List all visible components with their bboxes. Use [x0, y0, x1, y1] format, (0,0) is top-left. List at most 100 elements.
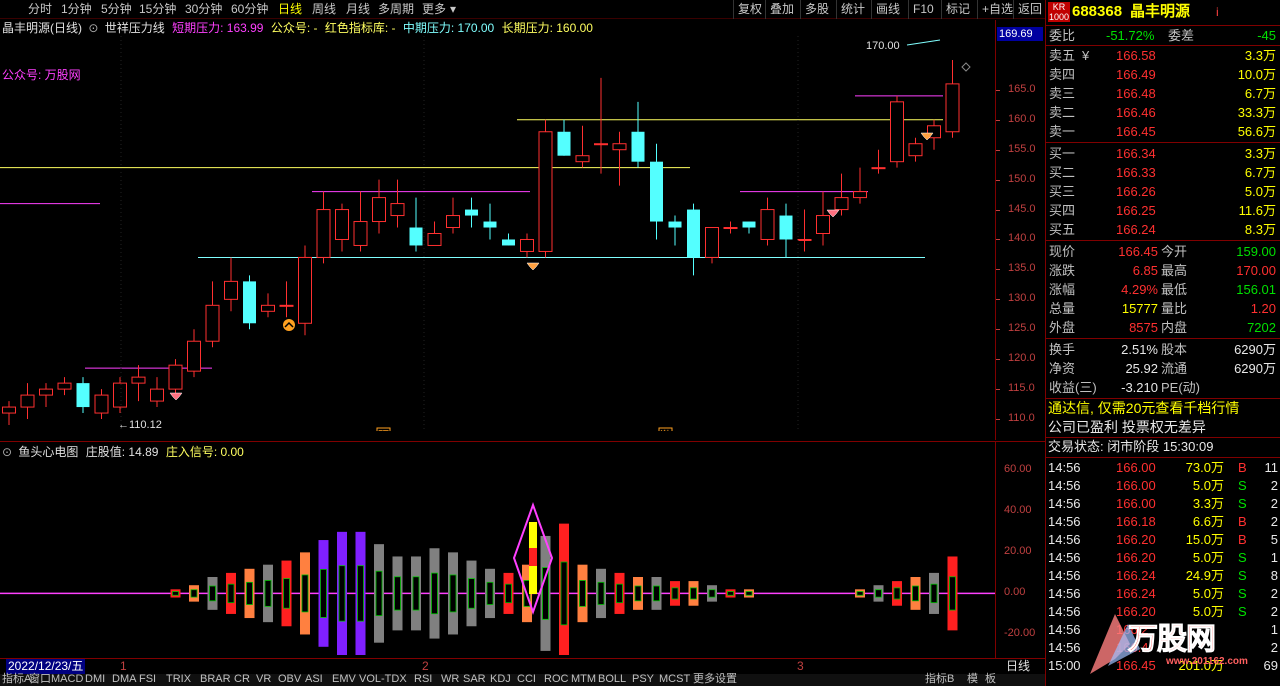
tool-button-0[interactable]: 复权 — [733, 0, 766, 19]
indicator-tab-4[interactable]: DMA — [112, 674, 136, 685]
candle[interactable] — [816, 191, 830, 246]
tool-button-5[interactable]: F10 — [908, 0, 938, 19]
candle[interactable] — [205, 281, 220, 348]
period-tab-2[interactable]: 5分钟 — [101, 0, 132, 19]
chevron-down-icon[interactable]: ▾ — [450, 0, 456, 19]
candle[interactable] — [705, 227, 719, 264]
indicator-tab-2[interactable]: MACD — [51, 674, 83, 685]
candle[interactable] — [945, 59, 960, 138]
candle[interactable] — [168, 359, 183, 396]
indicator-tab-17[interactable]: KDJ — [490, 674, 511, 685]
tool-button-4[interactable]: 画线 — [871, 0, 904, 19]
candle[interactable] — [520, 233, 534, 258]
candle[interactable] — [908, 137, 923, 162]
period-tab-5[interactable]: 60分钟 — [231, 0, 268, 19]
candle[interactable] — [538, 119, 553, 258]
diamond-toggle-icon[interactable] — [961, 62, 971, 72]
candle[interactable] — [668, 215, 682, 246]
indicator-tab-3[interactable]: DMI — [85, 674, 105, 685]
period-tab-10[interactable]: 更多 — [422, 0, 446, 19]
candle[interactable] — [650, 143, 663, 240]
indicator-tab-6[interactable]: TRIX — [166, 674, 191, 685]
candle[interactable] — [594, 77, 608, 174]
candle[interactable] — [20, 383, 35, 420]
indicator-tab-7[interactable]: BRAR — [200, 674, 231, 685]
candle[interactable] — [279, 281, 294, 318]
candle[interactable] — [224, 257, 238, 312]
candle[interactable] — [57, 377, 72, 396]
indicator-tab-25[interactable]: 设置 — [715, 674, 737, 685]
indicator-tab-10[interactable]: OBV — [278, 674, 301, 685]
period-tab-3[interactable]: 15分钟 — [139, 0, 176, 19]
chevron-down-icon[interactable]: ⊙ — [88, 21, 98, 35]
candle[interactable] — [187, 329, 201, 378]
candle[interactable] — [612, 131, 627, 186]
right-tab-2[interactable]: 板 — [985, 674, 996, 685]
candle[interactable] — [150, 377, 164, 408]
period-tab-8[interactable]: 月线 — [346, 0, 370, 19]
indicator-tab-5[interactable]: FSI — [139, 674, 156, 685]
indicator-tab-15[interactable]: WR — [441, 674, 459, 685]
candle[interactable] — [483, 203, 497, 240]
promo-ad[interactable]: 通达信, 仅需20元查看千档行情 — [1048, 399, 1280, 418]
tool-button-6[interactable]: 标记 — [941, 0, 974, 19]
period-tab-4[interactable]: 30分钟 — [185, 0, 222, 19]
heartbeat-indicator-chart[interactable] — [0, 460, 995, 655]
candle[interactable] — [390, 179, 405, 228]
candle[interactable] — [243, 275, 256, 330]
indicator-tab-11[interactable]: ASI — [305, 674, 323, 685]
candle[interactable] — [797, 209, 812, 252]
indicator-tab-21[interactable]: BOLL — [598, 674, 626, 685]
tool-button-7[interactable]: +自选 — [977, 0, 1017, 19]
indicator-tab-12[interactable]: EMV — [332, 674, 356, 685]
indicator-tab-19[interactable]: ROC — [544, 674, 568, 685]
candle[interactable] — [261, 293, 275, 318]
candle[interactable] — [760, 197, 775, 246]
candle[interactable] — [409, 197, 423, 252]
candle[interactable] — [742, 221, 756, 234]
daily-tab[interactable]: 日线 — [1006, 659, 1030, 674]
indicator-tab-22[interactable]: PSY — [632, 674, 654, 685]
candle[interactable] — [298, 245, 312, 336]
candle[interactable] — [131, 365, 146, 402]
candle[interactable] — [113, 377, 127, 414]
chevron-down-icon[interactable]: ⊙ — [2, 445, 12, 459]
indicator-tab-13[interactable]: VOL-TDX — [359, 674, 407, 685]
period-tab-9[interactable]: 多周期 — [378, 0, 414, 19]
candle[interactable] — [723, 221, 738, 234]
candle[interactable] — [687, 203, 700, 276]
indicator-tab-14[interactable]: RSI — [414, 674, 432, 685]
candle[interactable] — [2, 401, 16, 426]
candle[interactable] — [446, 197, 460, 234]
candle[interactable] — [853, 167, 867, 204]
indicator-tab-23[interactable]: MCST — [659, 674, 690, 685]
candle[interactable] — [465, 197, 478, 228]
indicator-tab-9[interactable]: VR — [256, 674, 271, 685]
candle[interactable] — [316, 191, 331, 264]
tool-button-1[interactable]: 叠加 — [765, 0, 798, 19]
sub-indicator-name[interactable]: 鱼头心电图 — [18, 445, 78, 459]
indicator-tab-8[interactable]: CR — [234, 674, 250, 685]
candle[interactable] — [502, 233, 515, 246]
tool-button-2[interactable]: 多股 — [800, 0, 833, 19]
candle[interactable] — [890, 95, 904, 168]
period-tab-0[interactable]: 分时 — [28, 0, 52, 19]
candlestick-chart[interactable]: 170.00 ←110.12 预 激 — [0, 36, 1045, 431]
indicator-tab-16[interactable]: SAR — [463, 674, 486, 685]
candle[interactable] — [39, 383, 53, 408]
candle[interactable] — [557, 119, 571, 156]
right-tab-0[interactable]: 指标B — [925, 674, 954, 685]
candle[interactable] — [575, 125, 590, 168]
period-tab-6[interactable]: 日线 — [278, 0, 302, 19]
candle[interactable] — [353, 191, 368, 252]
period-tab-1[interactable]: 1分钟 — [61, 0, 92, 19]
candle[interactable] — [834, 173, 849, 216]
candle[interactable] — [631, 101, 645, 168]
info-icon[interactable]: i — [1216, 0, 1219, 24]
indicator-tab-24[interactable]: 更多 — [693, 674, 715, 685]
candle[interactable] — [335, 203, 349, 252]
candle[interactable] — [871, 149, 886, 174]
indicator-tab-1[interactable]: 窗口 — [29, 674, 51, 685]
indicator-tab-0[interactable]: 指标A — [2, 674, 31, 685]
candle[interactable] — [76, 377, 90, 414]
